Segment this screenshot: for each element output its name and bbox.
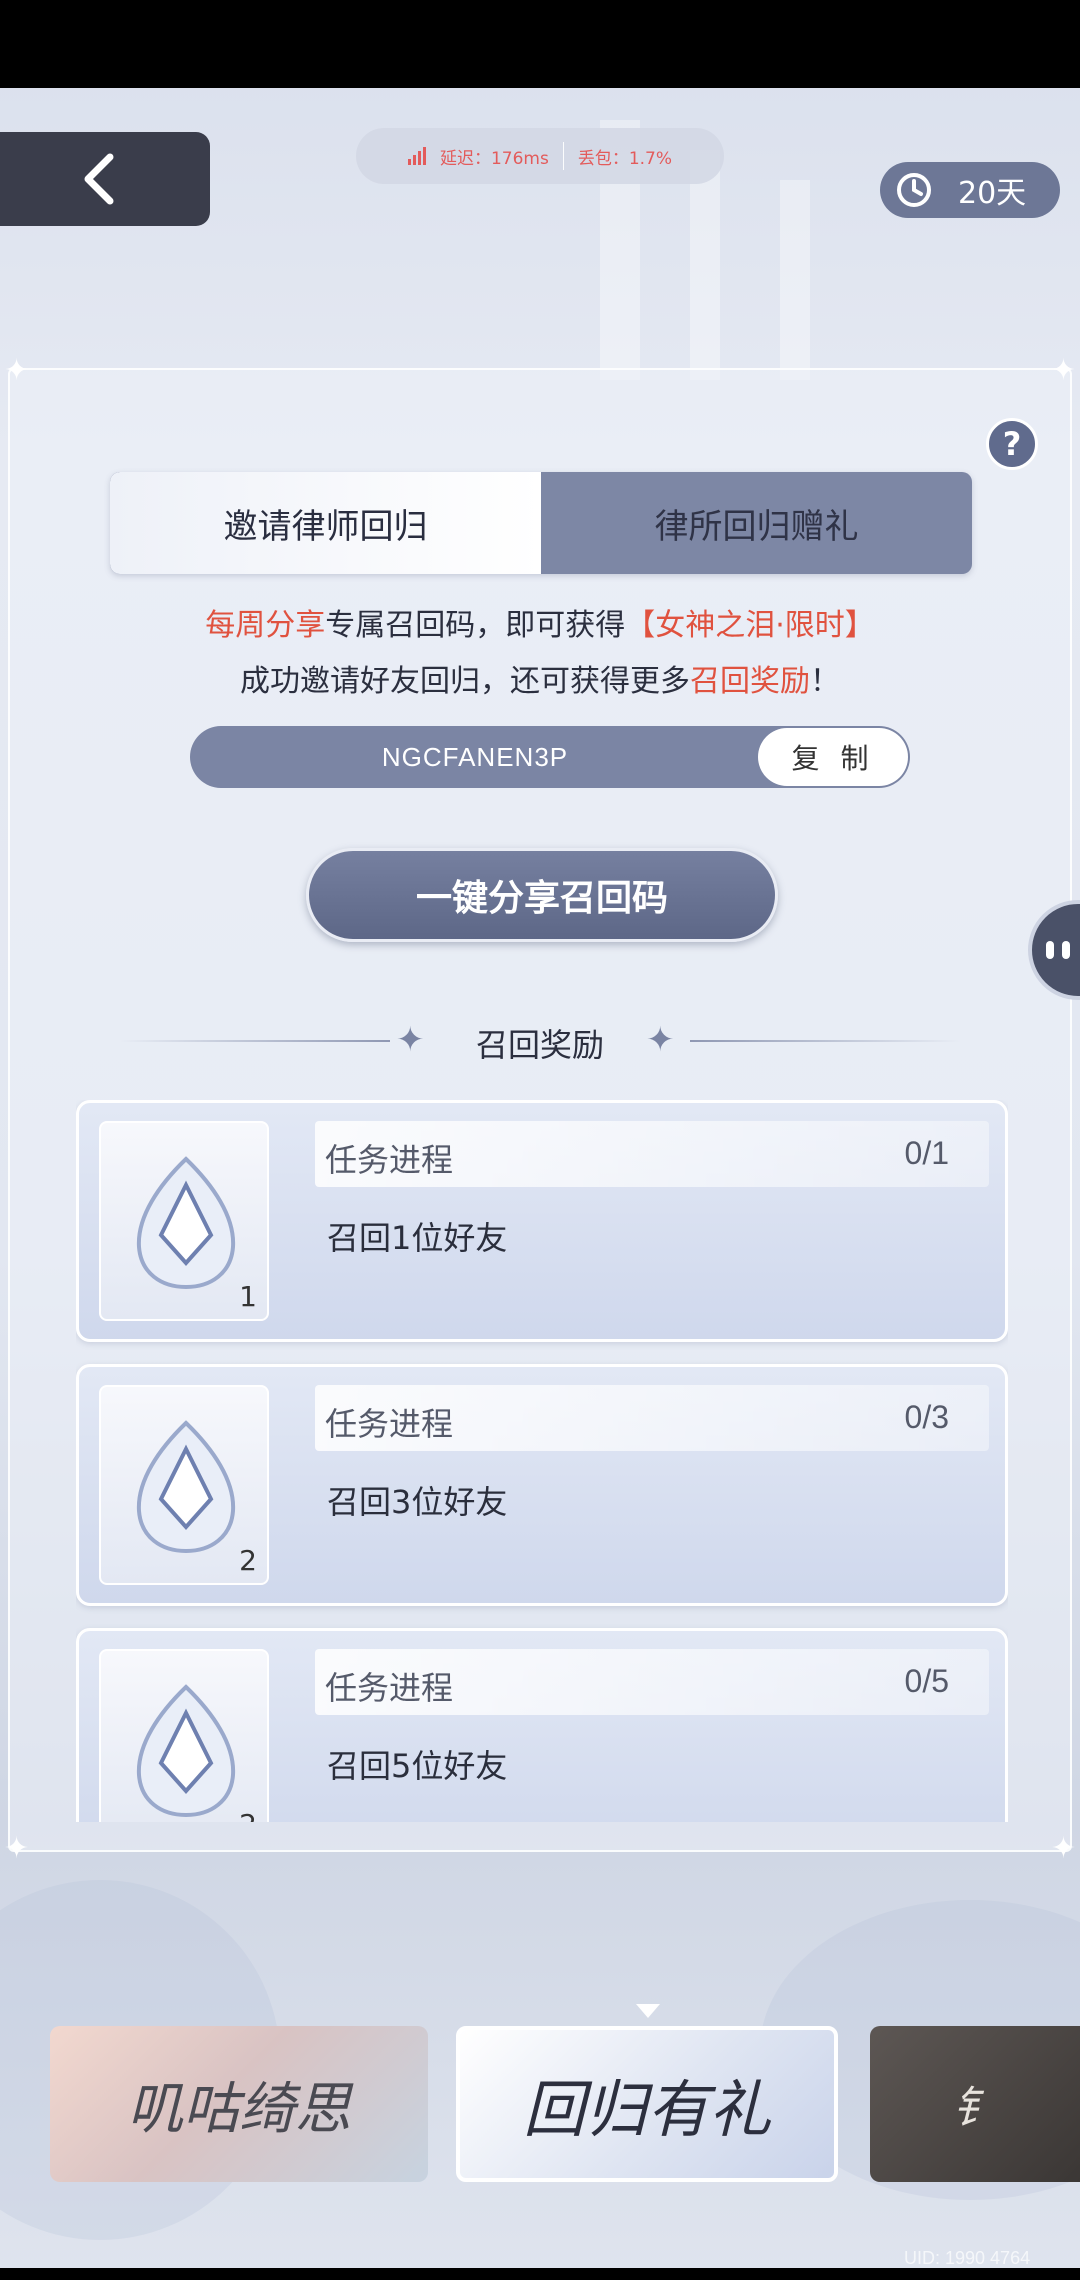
packet-loss-text: 丢包：1.7% [577, 148, 673, 169]
days-remaining-badge: 20天 [880, 162, 1060, 218]
recall-code-value: NGCFANEN3P [381, 741, 569, 772]
progress-header: 任务进程 0/3 [315, 1385, 989, 1451]
progress-value: 0/3 [904, 1399, 949, 1435]
help-button[interactable]: ? [986, 418, 1038, 470]
tab-invite-lawyer[interactable]: 邀请律师回归 [110, 472, 541, 574]
task-title: 召回5位好友 [327, 1747, 508, 1785]
progress-value: 0/1 [904, 1135, 949, 1171]
divider [562, 142, 564, 170]
tear-gem-icon [136, 1684, 236, 1818]
screen: 延迟：176ms 丢包：1.7% 20天 ✦ ✦ ✦ ✦ ? 邀请律师回归 律所… [0, 0, 1080, 2280]
nav-bar [0, 2268, 1080, 2280]
recall-code-field: NGCFANEN3P 复 制 [190, 726, 910, 788]
tear-gem-icon [136, 1156, 236, 1290]
description-text: 专属召回码，即可获得 [325, 608, 626, 643]
caret-down-icon [636, 2004, 660, 2018]
description-line-2: 成功邀请好友回归，还可获得更多召回奖励！ [0, 656, 1080, 700]
task-item: 2 任务进程 0/3 召回3位好友 [76, 1364, 1008, 1606]
sparkle-icon: ✦ [4, 1831, 30, 1866]
days-remaining-text: 20天 [958, 176, 1027, 211]
tab-bar: 邀请律师回归 律所回归赠礼 [110, 472, 972, 574]
description-text: ！ [810, 664, 840, 699]
event-banner-jigu[interactable]: 叽咕绮思 [50, 2026, 428, 2182]
reward-quantity: 2 [239, 1808, 257, 1822]
task-item: 1 任务进程 0/1 召回1位好友 [76, 1100, 1008, 1342]
reward-quantity: 2 [239, 1544, 257, 1577]
share-code-button[interactable]: 一键分享召回码 [306, 848, 778, 942]
description-line-1: 每周分享专属召回码，即可获得【女神之泪·限时】 [0, 600, 1080, 644]
progress-label: 任务进程 [325, 1669, 454, 1707]
task-title: 召回1位好友 [327, 1219, 508, 1257]
progress-label: 任务进程 [325, 1405, 454, 1443]
tab-firm-return-gift[interactable]: 律所回归赠礼 [541, 472, 972, 574]
bg-decoration [780, 180, 810, 380]
highlight-text: 召回奖励 [690, 664, 810, 699]
task-title: 召回3位好友 [327, 1483, 508, 1521]
reward-slot[interactable]: 1 [99, 1121, 269, 1321]
section-header: ✦ 召回奖励 ✦ [120, 1010, 960, 1070]
banner-title: 叽咕绮思 [127, 2076, 351, 2142]
highlight-text: 【女神之泪·限时】 [625, 608, 875, 643]
sparkle-icon: ✦ [1050, 1831, 1076, 1866]
task-list[interactable]: 1 任务进程 0/1 召回1位好友 2 任务进程 0/3 召回3位好友 任务进程… [76, 1100, 1008, 1822]
event-banner-partial[interactable]: 钅 [870, 2026, 1080, 2182]
event-banner-return-gift[interactable]: 回归有礼 [456, 2026, 838, 2182]
progress-value: 0/5 [904, 1663, 949, 1699]
description-text: 成功邀请好友回归，还可获得更多 [240, 664, 690, 699]
latency-text: 延迟：176ms [439, 148, 549, 169]
clock-icon [897, 173, 931, 207]
back-button[interactable] [0, 132, 210, 226]
sparkle-icon: ✦ [646, 1020, 675, 1060]
task-item: 2 任务进程 0/5 召回5位好友 [76, 1628, 1008, 1822]
tear-gem-icon [136, 1420, 236, 1554]
sparkle-icon: ✦ [1050, 353, 1076, 388]
progress-header: 任务进程 0/1 [315, 1121, 989, 1187]
reward-quantity: 1 [239, 1280, 257, 1313]
copy-button[interactable]: 复 制 [758, 728, 908, 786]
status-bar [0, 0, 1080, 88]
banner-title: 回归有礼 [522, 2073, 771, 2146]
network-indicator: 延迟：176ms 丢包：1.7% [356, 128, 724, 184]
progress-header: 任务进程 0/5 [315, 1649, 989, 1715]
bg-decoration [690, 150, 720, 380]
highlight-text: 每周分享 [205, 608, 326, 643]
progress-label: 任务进程 [325, 1141, 454, 1179]
signal-icon [407, 147, 426, 165]
question-icon: ? [1002, 425, 1022, 463]
uid-text: UID: 1990 4764 [904, 2248, 1031, 2268]
reward-slot[interactable]: 2 [99, 1649, 269, 1822]
section-title: 召回奖励 [475, 1026, 604, 1064]
reward-slot[interactable]: 2 [99, 1385, 269, 1585]
banner-title: 钅 [953, 2083, 997, 2134]
chevron-left-icon [84, 153, 114, 205]
sparkle-icon: ✦ [4, 353, 30, 388]
divider [690, 1040, 960, 1042]
